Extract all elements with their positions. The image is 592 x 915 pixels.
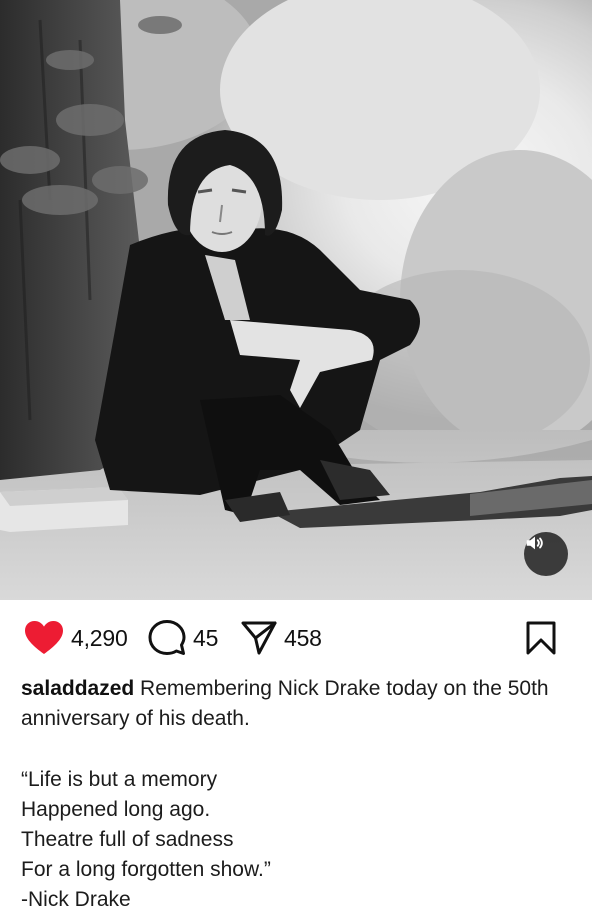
post-caption: saladdazed Remembering Nick Drake today … — [21, 674, 571, 734]
quote-line: Theatre full of sadness — [21, 828, 234, 851]
paper-plane-icon — [241, 621, 277, 655]
quote-line: “Life is but a memory — [21, 768, 218, 791]
photo-illustration — [0, 0, 592, 600]
quote-line: For a long forgotten show.” — [21, 858, 271, 881]
post-photo[interactable] — [0, 0, 592, 600]
caption-username[interactable]: saladdazed — [21, 677, 134, 700]
save-button[interactable] — [524, 612, 558, 664]
quote-line: Happened long ago. — [21, 798, 211, 821]
share-button[interactable]: 458 — [241, 612, 322, 664]
heart-filled-icon — [25, 621, 63, 654]
speaker-muted-icon — [526, 536, 543, 550]
comment-bubble-icon — [148, 620, 186, 655]
quote-attribution: -Nick Drake — [21, 888, 131, 911]
like-count: 4,290 — [71, 624, 128, 651]
bookmark-icon — [526, 621, 556, 655]
share-count: 458 — [284, 624, 322, 651]
caption-quote: “Life is but a memory Happened long ago.… — [21, 765, 571, 915]
instagram-post: 4,290 45 458 saladdazed Remembering Nick… — [0, 0, 592, 912]
post-actions-bar: 4,290 45 458 — [0, 612, 592, 664]
comment-button[interactable]: 45 — [148, 612, 218, 664]
mute-toggle-button[interactable] — [524, 532, 568, 576]
comment-count: 45 — [193, 624, 219, 651]
like-button[interactable]: 4,290 — [24, 612, 128, 664]
